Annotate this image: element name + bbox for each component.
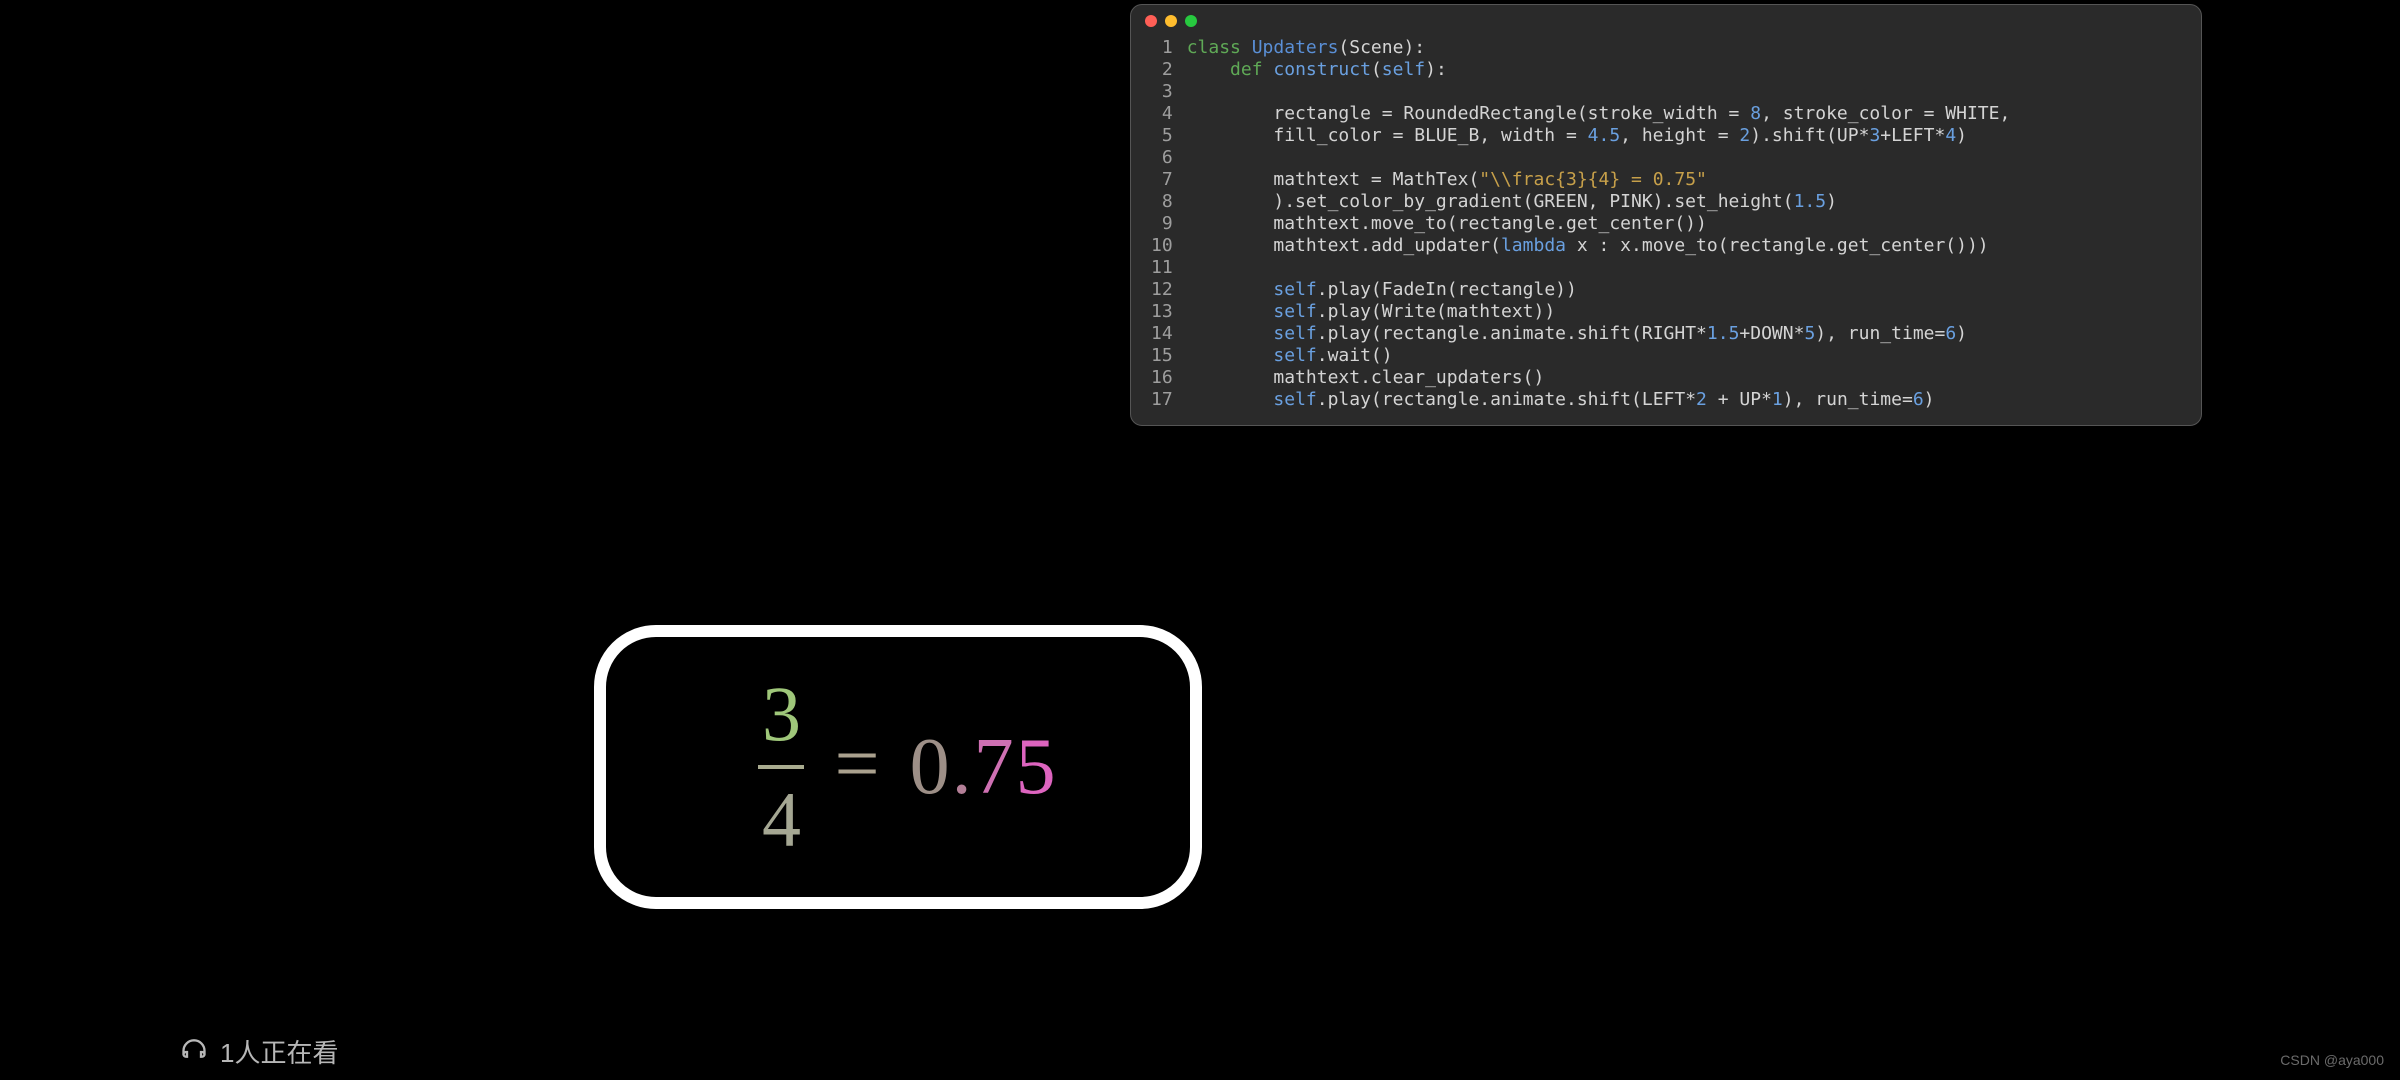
code-content: class Updaters(Scene): def construct(sel… [1187,37,2011,411]
maximize-icon[interactable] [1185,15,1197,27]
window-controls [1131,15,2201,27]
equals-sign: = [834,719,879,816]
line-numbers: 1 2 3 4 5 6 7 8 9 10 11 12 13 14 15 16 1… [1131,37,1187,411]
close-icon[interactable] [1145,15,1157,27]
viewer-count: 1人正在看 [180,1033,338,1070]
watermark: CSDN @aya000 [2280,1052,2384,1068]
headphones-icon [180,1038,208,1066]
code-body: 1 2 3 4 5 6 7 8 9 10 11 12 13 14 15 16 1… [1131,37,2201,411]
decimal-value: 0.75 [910,722,1058,813]
fraction-bar [758,765,804,769]
fraction: 3 4 [758,669,804,865]
minimize-icon[interactable] [1165,15,1177,27]
viewer-count-text: 1人正在看 [220,1033,338,1070]
fraction-numerator: 3 [762,669,801,759]
code-window: 1 2 3 4 5 6 7 8 9 10 11 12 13 14 15 16 1… [1130,4,2202,426]
formula-rectangle: 3 4 = 0.75 [594,625,1202,909]
fraction-denominator: 4 [762,775,801,865]
